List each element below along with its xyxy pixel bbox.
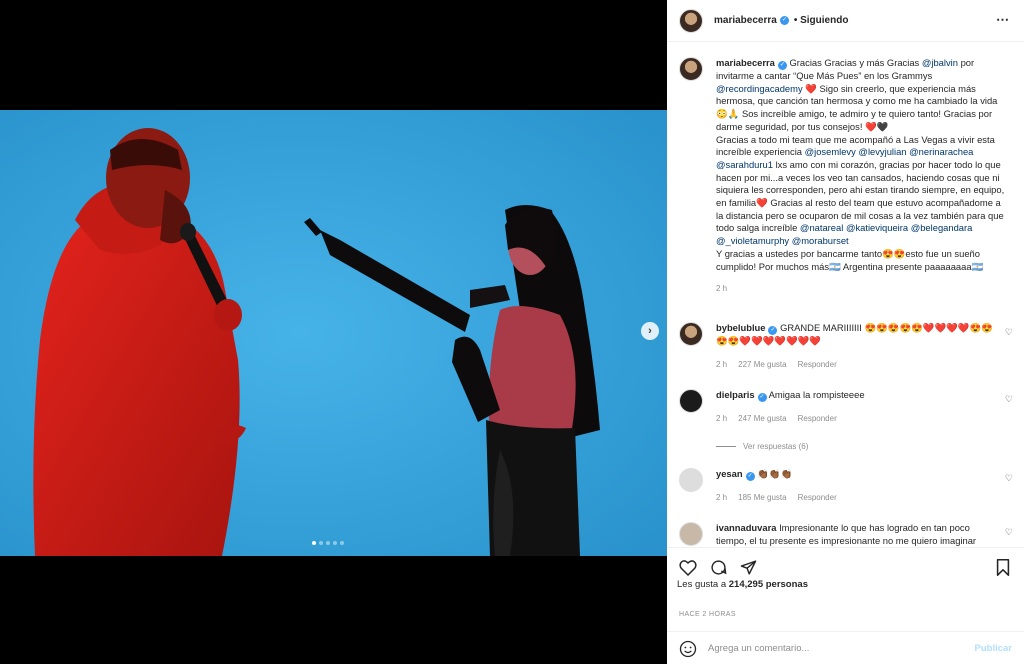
post-details-panel: mariabecerra ✓ • Siguiendo ⋯ mariabecerr… [667,0,1024,664]
carousel-indicator [312,541,344,545]
carousel-dot-1 [312,541,316,545]
commenter-username[interactable]: dielparis [716,389,755,400]
comments-scroll-area[interactable]: mariabecerra ✓ Gracias Gracias y más Grac… [667,43,1024,547]
post-time-ago: HACE 2 HORAS [679,611,736,618]
comment-like-heart-icon[interactable]: ♡ [1005,527,1013,538]
caption-timestamp: 2 h [716,284,728,294]
caption-avatar[interactable] [679,57,703,81]
comment-likes[interactable]: 185 Me gusta [738,492,786,505]
replies-divider [716,446,736,447]
comment-body: bybelublue ✓ GRANDE MARIIIIIII 😍😍😍😍😍❤️❤️❤… [716,322,1001,371]
likes-number[interactable]: 214,295 personas [729,579,808,590]
comment-input[interactable] [708,643,968,654]
post-media-area: › [0,0,667,664]
emoji-picker-icon[interactable] [679,640,697,658]
commenter-avatar[interactable] [679,522,703,546]
comment-like-heart-icon[interactable]: ♡ [1005,473,1013,484]
carousel-dot-3 [326,541,330,545]
comment-text: 👏🏾👏🏾👏🏾 [757,468,793,479]
carousel-dot-4 [333,541,337,545]
comment-likes[interactable]: 227 Me gusta [738,359,786,372]
comment-like-heart-icon[interactable]: ♡ [1005,394,1013,405]
mention-link[interactable]: @levyjulian [858,146,906,157]
carousel-dot-5 [340,541,344,545]
verified-badge-icon: ✓ [757,393,767,402]
comment-body: dielparis ✓ Amigaa la rompisteeee 2 h 247… [716,389,1001,426]
caption-part: Gracias Gracias y más Gracias [789,57,920,68]
comment-time: 2 h [716,414,728,423]
comment-meta: 2 h 185 Me gusta Responder [716,492,1001,505]
mention-link[interactable]: @sarahduru1 [716,159,773,170]
commenter-avatar[interactable] [679,468,703,492]
post-header: mariabecerra ✓ • Siguiendo ⋯ [667,0,1024,42]
likes-count[interactable]: Les gusta a 214,295 personas [677,579,808,590]
comment-item: ivannaduvara Impresionante lo que has lo… [679,522,1015,547]
commenter-avatar[interactable] [679,322,703,346]
comment-time: 2 h [716,493,728,502]
caption-part: Y gracias a ustedes por bancarme tanto😍😍… [716,247,984,272]
bookmark-icon[interactable] [994,558,1012,576]
mention-link[interactable]: @nerinarachea [909,146,973,157]
mention-link[interactable]: @jbalvin [922,57,958,68]
commenter-username[interactable]: bybelublue [716,322,765,333]
post-photo [0,110,667,556]
comment-text: Amigaa la rompisteeee [768,389,865,400]
commenter-username[interactable]: ivannaduvara [716,522,776,533]
add-comment-bar: Publicar [667,631,1024,664]
carousel-dot-2 [319,541,323,545]
comment-item: yesan ✓ 👏🏾👏🏾👏🏾 2 h 185 Me gusta Responder… [679,468,1015,505]
follow-status[interactable]: • Siguiendo [794,15,849,26]
comment-body: yesan ✓ 👏🏾👏🏾👏🏾 2 h 185 Me gusta Responder [716,468,1001,505]
caption-username[interactable]: mariabecerra [716,57,775,68]
verified-badge-icon: ✓ [745,472,755,481]
post-caption: mariabecerra ✓ Gracias Gracias y más Grac… [679,57,1015,296]
reply-button[interactable]: Responder [798,413,837,426]
likes-prefix: Les gusta a [677,579,727,590]
comment-meta: 2 h 247 Me gusta Responder [716,413,1001,426]
instagram-post-modal: › mariabecerra ✓ • Siguiendo ⋯ mariabece… [0,0,1024,664]
mention-link[interactable]: @_violetamurphy [716,235,789,246]
mention-link[interactable]: @belegandara [911,222,973,233]
mention-link[interactable]: @moraburset [792,235,849,246]
comment-time: 2 h [716,359,728,369]
commenter-username[interactable]: yesan [716,468,743,479]
carousel-next-button[interactable]: › [641,322,659,340]
verified-badge-icon: ✓ [779,16,789,25]
publish-comment-button[interactable]: Publicar [975,643,1013,654]
reply-button[interactable]: Responder [798,492,837,505]
like-heart-icon[interactable] [679,558,697,576]
comment-likes[interactable]: 247 Me gusta [738,413,786,426]
author-username[interactable]: mariabecerra [714,15,777,26]
commenter-avatar[interactable] [679,389,703,413]
view-replies-button[interactable]: Ver respuestas (6) [716,442,808,451]
concert-photo-illustration [0,110,667,556]
comment-like-heart-icon[interactable]: ♡ [1005,327,1013,338]
reply-button[interactable]: Responder [798,359,837,372]
mention-link[interactable]: @josemlevy [805,146,856,157]
view-replies-label: Ver respuestas (6) [743,442,809,451]
verified-badge-icon: ✓ [777,61,787,70]
mention-link[interactable]: @natareal [800,222,843,233]
comment-item: dielparis ✓ Amigaa la rompisteeee 2 h 247… [679,389,1015,426]
comment-item: bybelublue ✓ GRANDE MARIIIIIII 😍😍😍😍😍❤️❤️❤… [679,322,1015,371]
more-options-icon[interactable]: ⋯ [996,12,1010,28]
verified-badge-icon: ✓ [768,326,778,335]
mention-link[interactable]: @katieviqueira [846,222,908,233]
comment-body: ivannaduvara Impresionante lo que has lo… [716,522,1001,547]
author-avatar[interactable] [679,8,703,33]
chevron-right-icon: › [648,325,652,337]
post-actions: Les gusta a 214,295 personas HACE 2 HORA… [667,547,1024,664]
action-icons [679,558,757,576]
comment-meta: 2 h 227 Me gusta Responder [716,359,1001,372]
comment-icon[interactable] [709,558,727,576]
caption-text: mariabecerra ✓ Gracias Gracias y más Grac… [716,57,1006,296]
share-icon[interactable] [739,558,757,576]
mention-link[interactable]: @recordingacademy [716,83,803,94]
